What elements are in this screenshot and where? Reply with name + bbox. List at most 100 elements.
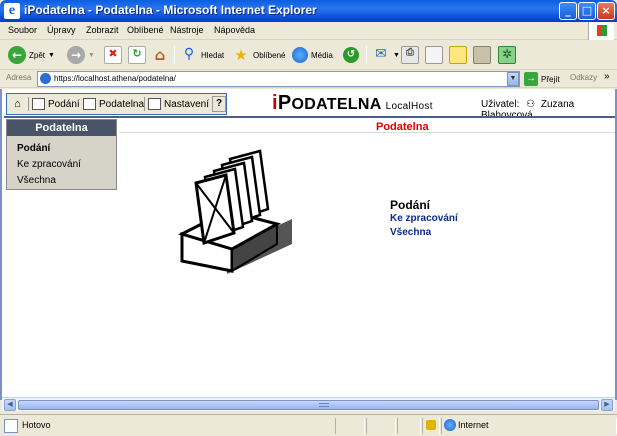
status-cell [397,418,421,434]
edit-button[interactable] [425,45,443,65]
internet-zone-icon [444,419,456,431]
ie-app-icon: e [4,3,20,19]
research-icon [473,46,491,64]
page-status-icon [4,419,18,433]
print-button[interactable]: ⎙ [401,45,419,65]
print-icon: ⎙ [401,46,419,64]
media-globe-icon [292,47,308,63]
zone-label: Internet [458,420,489,430]
mail-button[interactable]: ✉ ▼ [372,45,400,65]
status-text: Hotovo [22,420,51,430]
star-icon: ★ [234,46,248,64]
app-podatelna-button[interactable]: Podatelna [83,96,144,112]
window-title: iPodatelna - Podatelna - Microsoft Inter… [24,3,317,17]
menu-upravy[interactable]: Úpravy [47,25,76,35]
media-button[interactable]: Média [292,45,333,65]
sidebar-title: Podatelna [7,120,116,136]
sidebar-item-podani[interactable]: Podání [17,143,50,154]
media-label: Média [311,50,333,60]
maximize-button[interactable]: □ [578,2,596,20]
app-home-button[interactable]: ⌂ [11,96,27,112]
search-icon: ⚲ [183,46,195,62]
messenger-button[interactable]: ✲ [498,45,516,65]
sidebar-item-ke-zpracovani[interactable]: Ke zpracování [17,159,81,170]
scrollbar-thumb[interactable] [18,400,599,410]
mail-dropdown-icon[interactable]: ▼ [393,52,400,59]
menu-oblibene[interactable]: Oblíbené [127,25,164,35]
refresh-button[interactable]: ↻ [128,45,146,65]
app-toolbar-separator [28,97,29,111]
menu-napoveda[interactable]: Nápověda [214,25,255,35]
discuss-button[interactable] [449,45,467,65]
link-vsechna[interactable]: Všechna [390,227,431,238]
back-label: Zpět [29,50,46,60]
close-button[interactable]: × [597,2,615,20]
stop-button[interactable]: ✖ [104,45,122,65]
home-button[interactable]: ⌂ [151,45,169,65]
minimize-button[interactable]: _ [559,2,577,20]
go-label: Přejít [541,74,560,84]
menu-soubor[interactable]: Soubor [8,25,37,35]
status-cell [366,418,396,434]
home-icon: ⌂ [154,46,166,64]
user-icon: ⚇ [526,99,536,110]
app-podani-label: Podání [48,98,80,110]
stop-icon: ✖ [104,46,122,64]
menu-nastroje[interactable]: Nástroje [170,25,204,35]
menu-section-title: Podání [390,198,431,212]
refresh-icon: ↻ [128,46,146,64]
scrollbar-grip [319,403,329,407]
host-label: LocalHost [385,101,433,112]
settings-doc-icon [148,98,161,110]
horizontal-scrollbar[interactable]: ◀ ▶ [2,397,615,411]
history-icon: ↺ [343,47,359,63]
back-dropdown-icon[interactable]: ▼ [48,52,55,59]
logo-p: P [277,92,292,114]
research-button[interactable] [473,45,491,65]
address-input[interactable]: https://localhost.athena/podatelna/ [37,71,520,87]
sidebar-item-vsechna[interactable]: Všechna [17,175,56,186]
menu-zobrazit[interactable]: Zobrazit [86,25,119,35]
status-bar: Hotovo Internet [0,414,617,436]
inbox-icon [32,98,45,110]
scroll-left-icon[interactable]: ◀ [4,399,16,411]
page-content: ⌂ Podání Podatelna Nastavení ? iPODATELN… [0,89,617,400]
forward-arrow-icon: → [67,46,85,64]
window-title-bar[interactable]: e iPodatelna - Podatelna - Microsoft Int… [0,0,617,22]
history-button[interactable]: ↺ [343,45,359,65]
back-button[interactable]: ← Zpět ▼ [8,45,55,65]
links-label[interactable]: Odkazy [570,73,597,82]
help-button[interactable]: ? [212,96,226,112]
messenger-icon: ✲ [498,46,516,64]
user-label: Uživatel: [481,99,520,110]
menu-bar: Soubor Úpravy Zobrazit Oblíbené Nástroje… [0,22,617,40]
logo-odatelna: ODATELNA [291,96,382,113]
app-nastaveni-button[interactable]: Nastavení [148,96,209,112]
app-podatelna-label: Podatelna [99,98,145,110]
forward-button[interactable]: → ▼ [67,45,95,65]
link-ke-zpracovani[interactable]: Ke zpracování [390,213,458,224]
links-more-icon[interactable]: » [604,71,610,82]
edit-icon [425,46,443,64]
content-divider [119,132,615,133]
search-button[interactable]: ⚲ Hledat [180,45,224,65]
status-cell [335,418,365,434]
search-label: Hledat [201,50,225,60]
go-arrow-icon: → [524,72,538,86]
home-icon: ⌂ [14,98,21,110]
toolbar-separator [174,46,175,64]
go-button[interactable]: → Přejít [524,71,560,87]
address-dropdown-icon[interactable]: ▼ [507,72,519,86]
mail-icon: ✉ [375,46,387,62]
lock-icon[interactable] [426,420,436,430]
favorites-label: Oblíbené [253,50,286,60]
app-podani-button[interactable]: Podání [32,96,80,112]
discuss-icon [449,46,467,64]
scroll-right-icon[interactable]: ▶ [601,399,613,411]
page-icon [40,73,51,84]
favorites-button[interactable]: ★ Oblíbené [232,45,285,65]
filing-icon [83,98,96,110]
windows-logo-icon [588,22,614,40]
app-toolbar-separator [144,97,145,111]
forward-dropdown-icon[interactable]: ▼ [88,52,95,59]
